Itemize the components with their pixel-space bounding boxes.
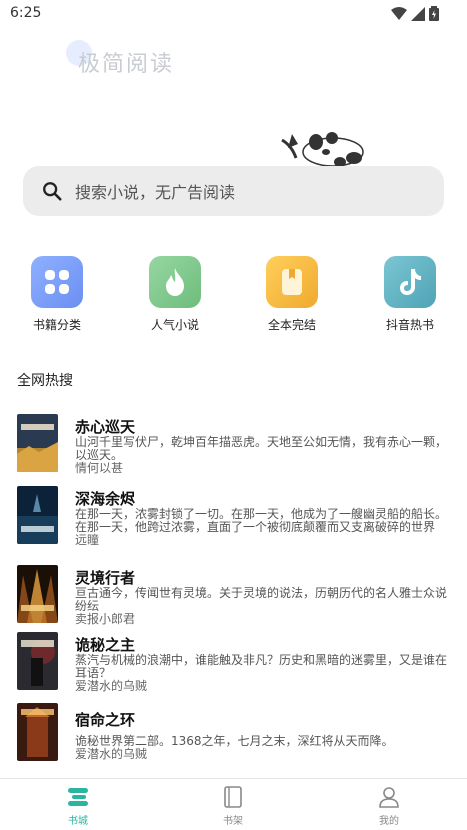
book-cover xyxy=(17,414,58,472)
category-label: 全本完结 xyxy=(267,318,316,332)
section-title-hot: 全网热搜 xyxy=(17,373,73,389)
book-author: 爱潜水的乌贼 xyxy=(75,679,148,693)
nav-bookshelf[interactable]: 书架 xyxy=(203,785,263,827)
list-item[interactable]: 赤心巡天 山河千里写伏尸，乾坤百年描恶虎。天地至公如无情，我有赤心一颗，以巡天。… xyxy=(0,410,467,476)
book-desc-block: 山河千里写伏尸，乾坤百年描恶虎。天地至公如无情，我有赤心一颗，以巡天。 情何以甚 xyxy=(75,436,450,475)
list-item[interactable]: 深海余烬 在那一天，浓雾封锁了一切。在那一天，他成为了一艘幽灵船的船长。在那一天… xyxy=(0,482,467,548)
nav-profile[interactable]: 我的 xyxy=(359,785,419,827)
nav-label: 书城 xyxy=(68,816,88,827)
tiktok-icon xyxy=(384,256,436,308)
book-author: 卖报小郎君 xyxy=(75,612,136,626)
signal-icon xyxy=(411,6,425,21)
book-description: 蒸汽与机械的浪潮中，谁能触及非凡？历史和黑暗的迷雾里，又是谁在耳语？ xyxy=(75,653,448,680)
grid-icon xyxy=(31,256,83,308)
book-cover xyxy=(17,703,58,761)
list-item[interactable]: 宿命之环 诡秘世界第二部。1368之年，七月之末，深红将从天而降。 爱潜水的乌贼 xyxy=(0,699,467,765)
battery-icon xyxy=(429,6,439,21)
status-bar: 6:25 xyxy=(0,0,467,28)
book-cover xyxy=(17,486,58,544)
list-item[interactable]: 灵境行者 亘古通今，传闻世有灵境。关于灵境的说法，历朝历代的名人雅士众说纷纭 卖… xyxy=(0,561,467,627)
category-popular[interactable]: 人气小说 xyxy=(127,256,223,333)
search-bar[interactable]: 搜索小说，无广告阅读 xyxy=(23,166,444,216)
search-icon xyxy=(43,182,62,201)
nav-label: 我的 xyxy=(379,816,399,827)
nav-label: 书架 xyxy=(223,816,243,827)
category-row: 书籍分类 人气小说 全本完结 抖音热书 xyxy=(0,256,467,336)
book-desc-block: 在那一天，浓雾封锁了一切。在那一天，他成为了一艘幽灵船的船长。在那一天，他跨过浓… xyxy=(75,508,450,547)
book-author: 情何以甚 xyxy=(75,461,124,475)
book-title: 宿命之环 xyxy=(75,711,136,729)
panda-illustration xyxy=(281,132,364,167)
book-desc-block: 亘古通今，传闻世有灵境。关于灵境的说法，历朝历代的名人雅士众说纷纭 卖报小郎君 xyxy=(75,587,450,626)
store-icon xyxy=(68,788,88,806)
book-cover xyxy=(17,632,58,690)
wifi-icon xyxy=(391,6,407,20)
search-placeholder: 搜索小说，无广告阅读 xyxy=(75,183,236,202)
bottom-nav: 书城 书架 我的 xyxy=(0,778,467,830)
book-author: 爱潜水的乌贼 xyxy=(75,747,148,761)
category-label: 书籍分类 xyxy=(32,318,81,332)
book-title: 赤心巡天 xyxy=(75,418,136,436)
book-desc-block: 蒸汽与机械的浪潮中，谁能触及非凡？历史和黑暗的迷雾里，又是谁在耳语？ 爱潜水的乌… xyxy=(75,654,450,693)
book-description: 在那一天，浓雾封锁了一切。在那一天，他成为了一艘幽灵船的船长。在那一天，他跨过浓… xyxy=(75,507,448,534)
book-title: 深海余烬 xyxy=(75,490,136,508)
logo-text: 极简阅读 xyxy=(78,52,175,77)
bookshelf-icon xyxy=(224,786,242,808)
list-item[interactable]: 诡秘之主 蒸汽与机械的浪潮中，谁能触及非凡？历史和黑暗的迷雾里，又是谁在耳语？ … xyxy=(0,628,467,694)
user-icon xyxy=(379,787,399,808)
category-tiktok[interactable]: 抖音热书 xyxy=(362,256,458,333)
book-author: 远瞳 xyxy=(75,533,100,547)
book-description: 山河千里写伏尸，乾坤百年描恶虎。天地至公如无情，我有赤心一颗，以巡天。 xyxy=(75,435,448,462)
book-title: 诡秘之主 xyxy=(75,636,136,654)
status-icons xyxy=(391,6,439,21)
flame-icon xyxy=(149,256,201,308)
book-description: 诡秘世界第二部。1368之年，七月之末，深红将从天而降。 xyxy=(75,734,394,748)
category-label: 人气小说 xyxy=(150,318,199,332)
nav-store[interactable]: 书城 xyxy=(48,785,108,827)
book-icon xyxy=(266,256,318,308)
book-cover xyxy=(17,565,58,623)
category-label: 抖音热书 xyxy=(385,318,434,332)
book-title: 灵境行者 xyxy=(75,569,136,587)
status-time: 6:25 xyxy=(10,5,42,21)
book-desc-block: 诡秘世界第二部。1368之年，七月之末，深红将从天而降。 爱潜水的乌贼 xyxy=(75,735,450,761)
category-completed[interactable]: 全本完结 xyxy=(244,256,340,333)
book-description: 亘古通今，传闻世有灵境。关于灵境的说法，历朝历代的名人雅士众说纷纭 xyxy=(75,586,448,613)
category-books[interactable]: 书籍分类 xyxy=(9,256,105,333)
